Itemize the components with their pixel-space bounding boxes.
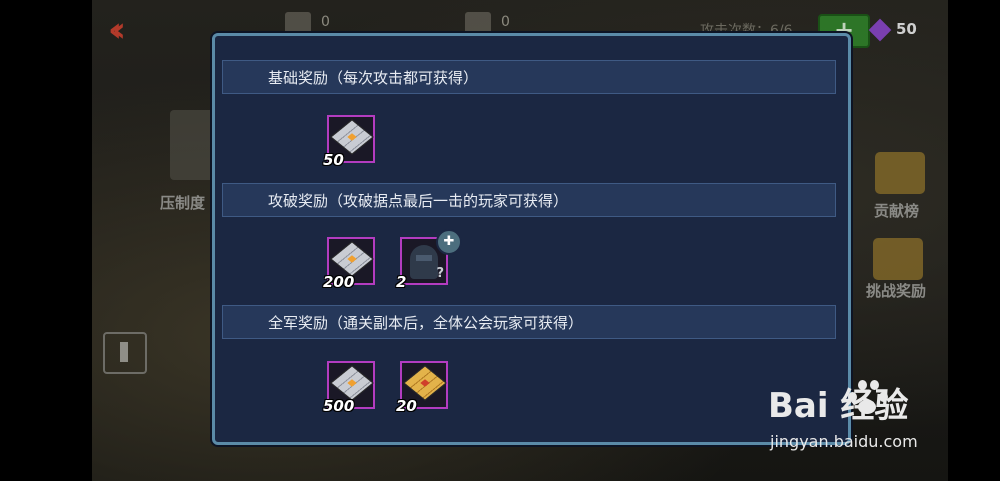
resource-1-value: 0 xyxy=(321,14,330,30)
reward-item[interactable]: 20 xyxy=(396,361,448,415)
gold-cube-resource-icon xyxy=(465,12,491,34)
section-header-army: 全军奖励（通关副本后，全体公会玩家可获得） xyxy=(222,305,836,339)
reward-count: 2 xyxy=(396,273,407,291)
contribution-ranking-icon[interactable] xyxy=(875,152,925,194)
suppression-label: 压制度 xyxy=(160,194,206,212)
silver-cube-icon xyxy=(330,365,374,401)
challenge-reward-label: 挑战奖励 xyxy=(866,282,927,300)
section-header-basic: 基础奖励（每次攻击都可获得） xyxy=(222,60,836,94)
suppression-icon xyxy=(170,110,215,180)
section-title: 攻破奖励（攻破据点最后一击的玩家可获得） xyxy=(268,192,569,210)
silver-cube-icon xyxy=(330,241,374,277)
baidu-paw-icon xyxy=(846,378,888,418)
contribution-ranking-label: 贡献榜 xyxy=(874,202,920,220)
phone-icon[interactable] xyxy=(103,332,147,374)
reward-item[interactable]: 50 xyxy=(323,115,375,169)
back-button[interactable]: ‹‹ xyxy=(108,12,150,48)
reward-item[interactable]: 200 xyxy=(323,237,375,291)
section-title: 全军奖励（通关副本后，全体公会玩家可获得） xyxy=(268,314,584,332)
question-mark-icon: ? xyxy=(436,266,444,281)
resource-2-value: 0 xyxy=(501,14,510,30)
mystery-character-icon xyxy=(410,245,438,279)
section-header-breakthrough: 攻破奖励（攻破据点最后一击的玩家可获得） xyxy=(222,183,836,217)
section-title: 基础奖励（每次攻击都可获得） xyxy=(268,69,479,87)
baidu-jingyan-watermark: Bai 经验 jingyan.baidu.com xyxy=(768,378,968,464)
reward-count: 50 xyxy=(323,151,344,169)
cube-resource-icon xyxy=(285,12,311,34)
reward-item[interactable]: 500 xyxy=(323,361,375,415)
reward-count: 20 xyxy=(396,397,417,415)
reward-count: 500 xyxy=(323,397,355,415)
challenge-reward-chest-icon[interactable] xyxy=(873,238,923,280)
gem-count: 50 xyxy=(896,20,917,38)
double-chevron-left-icon: ‹‹ xyxy=(108,10,126,50)
reward-count: 200 xyxy=(323,273,355,291)
silver-cube-icon xyxy=(330,119,374,155)
gold-cube-icon xyxy=(403,365,447,401)
puzzle-piece-icon: ✚ xyxy=(436,229,462,255)
watermark-url: jingyan.baidu.com xyxy=(770,432,918,451)
